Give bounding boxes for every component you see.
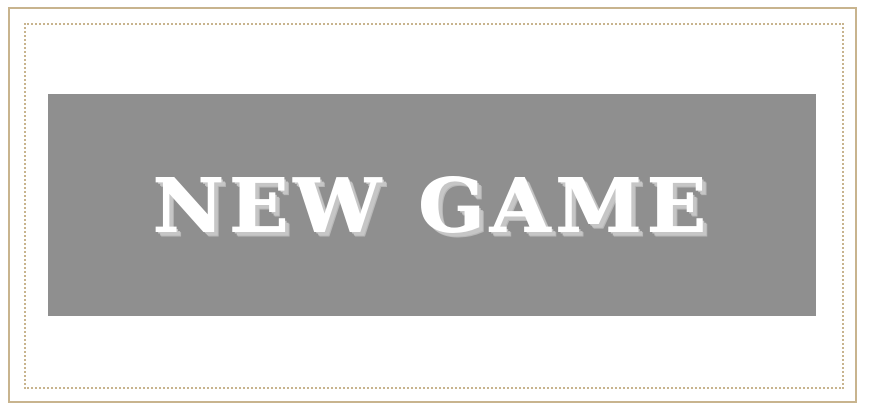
new-game-label: New Game: [152, 163, 712, 250]
new-game-button[interactable]: New Game: [48, 94, 816, 316]
